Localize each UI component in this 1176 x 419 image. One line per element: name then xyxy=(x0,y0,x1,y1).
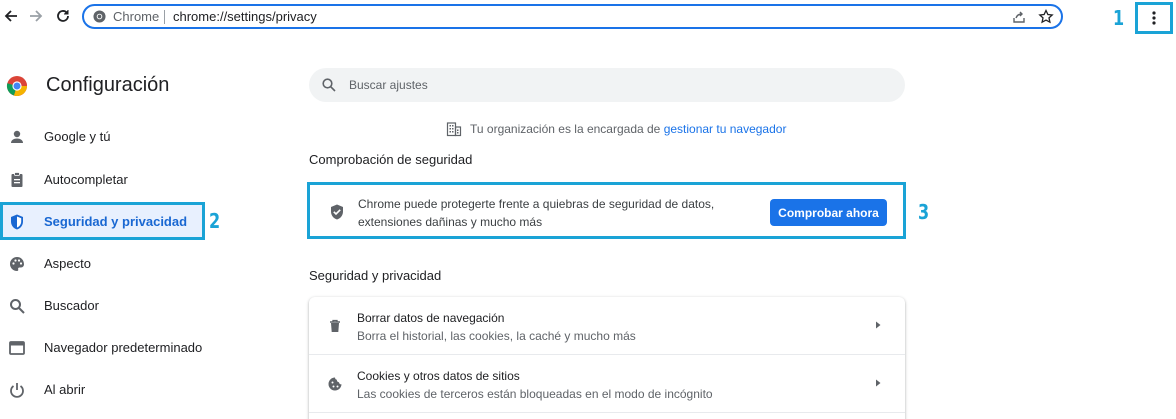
sidebar-item-autocompletar[interactable]: Autocompletar xyxy=(0,160,205,198)
omnibox-separator xyxy=(164,10,165,24)
bookmark-star-icon[interactable] xyxy=(1038,9,1054,25)
annotation-number-2: 2 xyxy=(209,209,221,233)
row-subtitle: Las cookies de terceros están bloqueadas… xyxy=(357,387,713,401)
clipboard-icon xyxy=(11,172,23,187)
sidebar-item-label: Google y tú xyxy=(44,128,111,144)
sidebar-item-seguridad-y-privacidad[interactable]: Seguridad y privacidad xyxy=(0,202,205,240)
power-icon xyxy=(10,383,24,398)
check-now-button[interactable]: Comprobar ahora xyxy=(770,199,887,226)
share-icon[interactable] xyxy=(1011,9,1027,25)
row-subtitle: Borra el historial, las cookies, la cach… xyxy=(357,329,636,343)
sidebar-item-label: Aspecto xyxy=(44,255,91,271)
row-title: Borrar datos de navegación xyxy=(357,311,505,325)
reload-icon xyxy=(57,10,69,22)
annotation-number-3: 3 xyxy=(918,200,930,224)
search-icon xyxy=(10,299,25,314)
site-name: Chrome xyxy=(113,9,160,24)
row-divider xyxy=(309,412,905,413)
safety-check-card: Chrome puede protegerte frente a quiebra… xyxy=(307,182,906,239)
sidebar-item-label: Buscador xyxy=(44,297,99,313)
shield-check-icon xyxy=(331,204,343,220)
building-icon xyxy=(446,122,462,137)
annotation-number-1: 1 xyxy=(1113,6,1125,30)
forward-arrow-icon xyxy=(30,10,43,22)
search-input[interactable] xyxy=(349,75,849,95)
person-icon xyxy=(11,130,23,143)
chrome-site-icon xyxy=(93,10,106,23)
sidebar-item-al-abrir[interactable]: Al abrir xyxy=(0,370,205,408)
managed-text: Tu organización es la encargada de xyxy=(470,122,664,136)
browser-window-icon xyxy=(9,341,25,355)
arrow-right-icon xyxy=(876,379,881,387)
chrome-logo-icon xyxy=(6,76,28,96)
address-bar[interactable]: Chrome chrome://settings/privacy xyxy=(82,4,1063,29)
privacy-section-heading: Seguridad y privacidad xyxy=(309,268,442,283)
palette-icon xyxy=(10,257,24,271)
safety-check-description: Chrome puede protegerte frente a quiebra… xyxy=(358,197,715,229)
shield-icon xyxy=(11,214,23,230)
sidebar-item-navegador-predeterminado[interactable]: Navegador predeterminado xyxy=(0,328,205,366)
sidebar-item-buscador[interactable]: Buscador xyxy=(0,286,205,324)
sidebar-item-aspecto[interactable]: Aspecto xyxy=(0,244,205,282)
back-arrow-icon xyxy=(4,10,17,22)
three-dots-menu-icon xyxy=(1152,11,1156,25)
list-item-cookies[interactable]: Cookies y otros datos de sitios Las cook… xyxy=(309,355,905,412)
settings-search-box[interactable] xyxy=(309,68,905,102)
trash-icon xyxy=(330,319,340,332)
safety-check-heading: Comprobación de seguridad xyxy=(309,152,473,167)
sidebar-item-label: Autocompletar xyxy=(44,171,128,187)
page-title: Configuración xyxy=(46,74,170,96)
sidebar-item-label: Al abrir xyxy=(44,381,86,397)
url-text[interactable]: chrome://settings/privacy xyxy=(173,9,317,24)
forward-button[interactable] xyxy=(25,5,47,27)
sidebar-item-google-y-tu[interactable]: Google y tú xyxy=(0,117,205,155)
sidebar-item-label: Seguridad y privacidad xyxy=(44,213,188,229)
browser-toolbar: Chrome chrome://settings/privacy 1 xyxy=(0,0,1176,34)
sidebar-item-label: Navegador predeterminado xyxy=(44,339,203,355)
manage-browser-link[interactable]: gestionar tu navegador xyxy=(664,122,787,136)
cookie-icon xyxy=(328,377,342,391)
search-icon xyxy=(322,78,336,92)
privacy-card: Borrar datos de navegación Borra el hist… xyxy=(309,297,905,419)
reload-button[interactable] xyxy=(52,5,74,27)
arrow-right-icon xyxy=(876,321,881,329)
chrome-menu-button[interactable] xyxy=(1135,2,1173,34)
list-item-clear-browsing-data[interactable]: Borrar datos de navegación Borra el hist… xyxy=(309,297,905,354)
back-button[interactable] xyxy=(0,5,22,27)
row-title: Cookies y otros datos de sitios xyxy=(357,369,520,383)
